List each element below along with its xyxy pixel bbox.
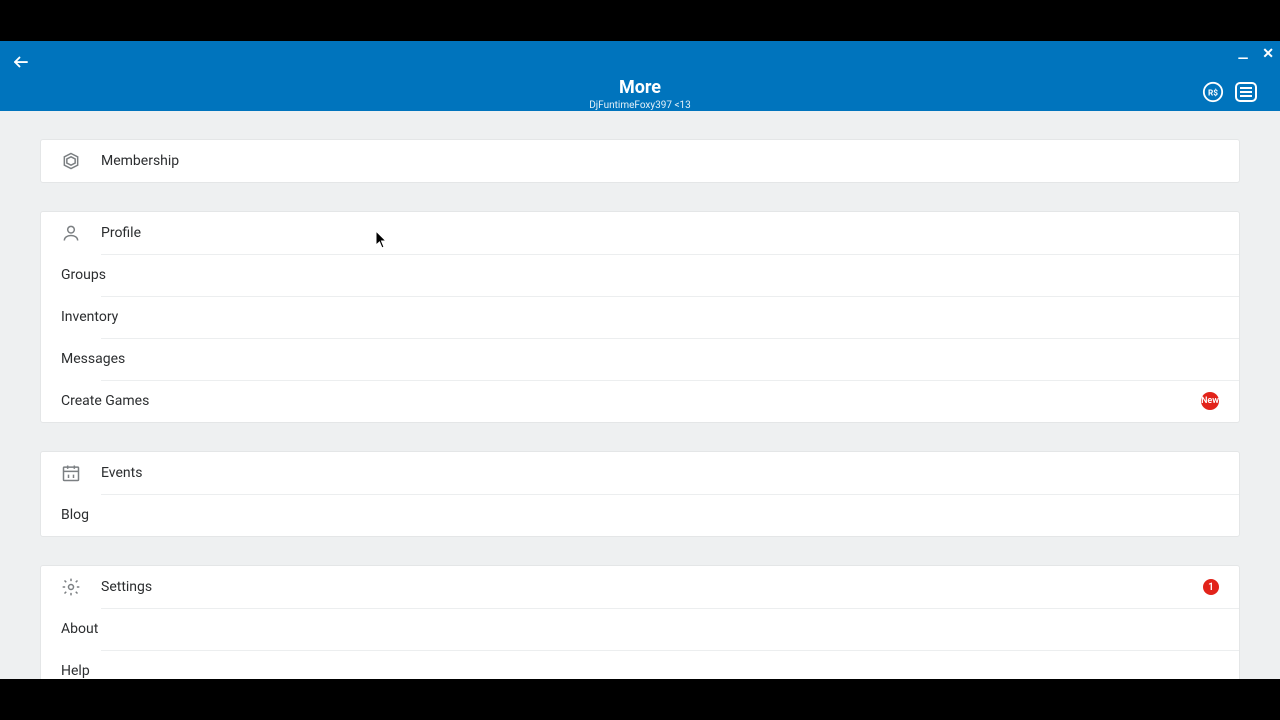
svg-text:R$: R$ (1208, 88, 1218, 99)
page-subtitle: DjFuntimeFoxy397 <13 (0, 100, 1280, 111)
events-icon (61, 463, 101, 483)
menu-group-system: Settings 1 About Help (40, 565, 1240, 679)
menu-content: Membership Profile Groups (0, 111, 1280, 679)
menu-item-label: Help (61, 663, 90, 679)
menu-item-profile[interactable]: Profile (41, 212, 1239, 254)
menu-item-label: Membership (101, 153, 179, 169)
profile-icon (61, 223, 101, 243)
menu-item-groups[interactable]: Groups (41, 254, 1239, 296)
groups-icon (40, 265, 61, 285)
menu-icon (1234, 81, 1258, 103)
menu-item-label: Settings (101, 579, 152, 595)
menu-item-blog[interactable]: Blog (41, 494, 1239, 536)
inventory-icon (40, 307, 61, 327)
menu-item-label: Groups (61, 267, 106, 283)
menu-item-label: About (61, 621, 98, 637)
arrow-left-icon (12, 53, 30, 71)
settings-icon (61, 577, 101, 597)
help-icon (40, 661, 61, 679)
menu-item-membership[interactable]: Membership (41, 140, 1239, 182)
create-games-icon (40, 391, 61, 411)
messages-icon (40, 349, 61, 369)
blog-icon (40, 505, 61, 525)
menu-item-inventory[interactable]: Inventory (41, 296, 1239, 338)
menu-item-help[interactable]: Help (41, 650, 1239, 679)
menu-item-events[interactable]: Events (41, 452, 1239, 494)
menu-item-label: Messages (61, 351, 125, 367)
membership-icon (61, 151, 101, 171)
menu-group-membership: Membership (40, 139, 1240, 183)
new-badge: New (1201, 392, 1219, 410)
menu-group-community: Events Blog (40, 451, 1240, 537)
notification-badge: 1 (1203, 579, 1219, 595)
menu-item-about[interactable]: About (41, 608, 1239, 650)
app-window: — ✕ More DjFuntimeFoxy397 <13 R$ Membe (0, 41, 1280, 679)
menu-item-label: Create Games (61, 393, 149, 409)
menu-item-create-games[interactable]: Create Games New (41, 380, 1239, 422)
minimize-button[interactable]: — (1238, 51, 1249, 67)
menu-group-account: Profile Groups Inventory (40, 211, 1240, 423)
close-button[interactable]: ✕ (1262, 47, 1274, 63)
robux-icon: R$ (1202, 81, 1224, 103)
page-title: More (0, 41, 1280, 98)
menu-item-label: Events (101, 465, 142, 481)
about-icon (40, 619, 61, 639)
menu-item-settings[interactable]: Settings 1 (41, 566, 1239, 608)
app-header: — ✕ More DjFuntimeFoxy397 <13 R$ (0, 41, 1280, 111)
menu-item-messages[interactable]: Messages (41, 338, 1239, 380)
menu-item-label: Blog (61, 507, 89, 523)
menu-button[interactable] (1234, 81, 1258, 103)
menu-item-label: Profile (101, 225, 141, 241)
back-button[interactable] (12, 53, 30, 71)
window-controls: — ✕ (1238, 47, 1274, 63)
menu-item-label: Inventory (61, 309, 118, 325)
robux-button[interactable]: R$ (1202, 81, 1224, 103)
